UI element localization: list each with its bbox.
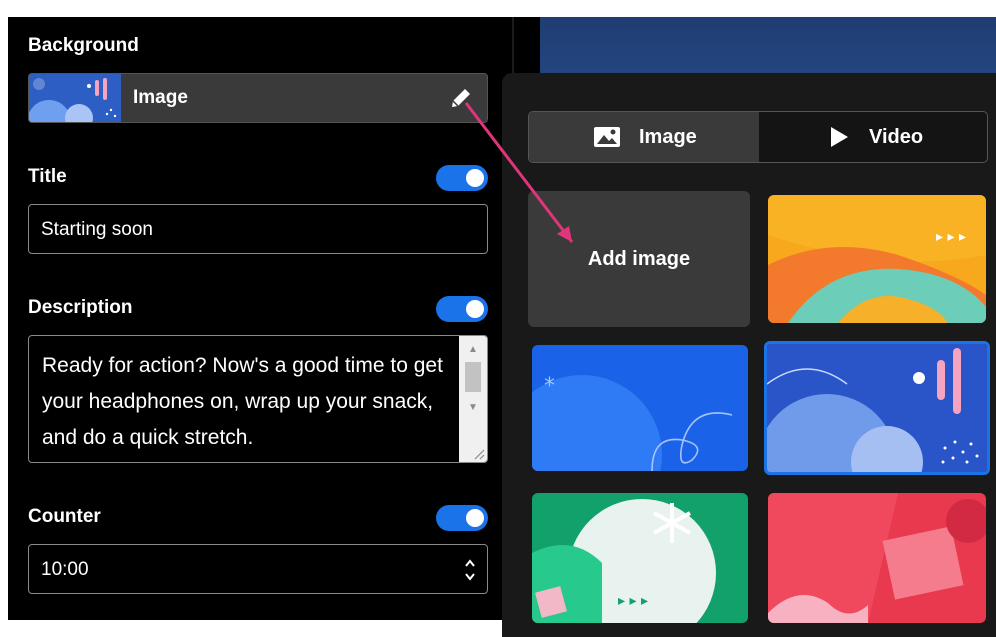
description-toggle[interactable] — [436, 296, 488, 322]
settings-panel: Background Image Title Starting soon Des… — [8, 17, 512, 620]
svg-text:*: * — [544, 374, 555, 399]
counter-label: Counter — [28, 506, 101, 527]
stage-preview-strip — [514, 17, 996, 73]
background-thumbnail — [29, 74, 121, 122]
background-label: Background — [28, 35, 139, 56]
counter-input[interactable]: 10:00 — [28, 544, 488, 594]
background-tile-red[interactable] — [768, 493, 986, 623]
textarea-scrollbar[interactable]: ▲ ▼ — [459, 336, 487, 462]
tab-video[interactable]: Video — [759, 112, 987, 162]
background-type-label: Image — [133, 87, 188, 108]
description-label: Description — [28, 297, 133, 318]
scroll-down-arrow-icon[interactable]: ▼ — [459, 400, 487, 416]
tab-video-label: Video — [869, 126, 924, 148]
counter-toggle[interactable] — [436, 505, 488, 531]
background-tile-blue-swirl[interactable]: * — [532, 345, 748, 471]
toggle-knob — [466, 169, 484, 187]
description-value: Ready for action? Now's a good time to g… — [42, 354, 443, 449]
svg-text:▸ ▸ ▸: ▸ ▸ ▸ — [936, 229, 966, 245]
background-picker-panel: Image Video Add image ▸ ▸ ▸ * ▸ ▸ ▸ — [502, 73, 996, 637]
tab-image[interactable]: Image — [529, 112, 759, 162]
title-toggle[interactable] — [436, 165, 488, 191]
description-textarea[interactable]: Ready for action? Now's a good time to g… — [28, 335, 488, 463]
background-tile-green[interactable]: ▸ ▸ ▸ — [532, 493, 748, 623]
pencil-icon[interactable] — [449, 86, 473, 110]
background-tile-orange[interactable]: ▸ ▸ ▸ — [768, 195, 986, 323]
scroll-up-arrow-icon[interactable]: ▲ — [459, 342, 487, 358]
background-tile-blue-circles[interactable] — [764, 341, 990, 475]
play-icon — [829, 126, 849, 153]
toggle-knob — [466, 300, 484, 318]
stage-preview — [540, 17, 996, 73]
title-value: Starting soon — [41, 219, 153, 240]
stepper-chevrons-icon[interactable] — [463, 555, 477, 585]
media-type-tabs: Image Video — [528, 111, 988, 163]
add-image-label: Add image — [587, 248, 691, 270]
resize-grip-icon[interactable] — [471, 446, 485, 460]
scroll-thumb[interactable] — [465, 362, 481, 392]
image-icon — [593, 125, 621, 154]
background-selector[interactable]: Image — [28, 73, 488, 123]
tab-image-label: Image — [639, 126, 697, 148]
add-image-tile[interactable]: Add image — [528, 191, 750, 327]
toggle-knob — [466, 509, 484, 527]
counter-value: 10:00 — [41, 559, 89, 580]
svg-text:▸ ▸ ▸: ▸ ▸ ▸ — [618, 593, 648, 609]
title-input[interactable]: Starting soon — [28, 204, 488, 254]
title-label: Title — [28, 166, 67, 187]
